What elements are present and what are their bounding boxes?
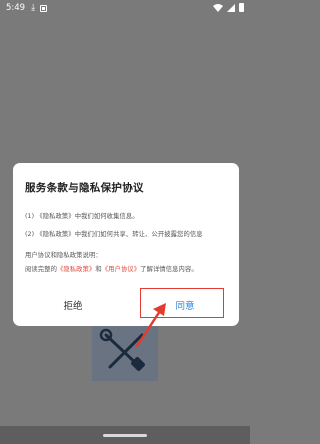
read-full-prefix: 阅读完整的 xyxy=(25,266,57,273)
app-notification-icon xyxy=(40,4,48,12)
agree-highlight-box xyxy=(140,288,224,318)
wifi-icon xyxy=(213,3,223,12)
battery-icon xyxy=(239,3,244,12)
dialog-line-collect: (1) 《隐私政策》中我们如何收集信息。 xyxy=(25,213,139,220)
download-icon: ⤓ xyxy=(31,2,36,13)
signal-icon xyxy=(227,3,235,12)
dialog-line-read-full: 阅读完整的《隐私政策》和《用户协议》了解详情信息内容。 xyxy=(25,264,198,273)
dialog-title: 服务条款与隐私保护协议 xyxy=(25,182,144,194)
home-gesture-pill[interactable] xyxy=(103,434,147,437)
reject-button[interactable]: 拒绝 xyxy=(33,291,113,319)
navigation-bar xyxy=(0,426,250,444)
app-logo xyxy=(92,323,158,381)
user-agreement-link[interactable]: 《用户协议》 xyxy=(102,266,140,273)
dialog-line-explain: 用户协议和隐私政策说明： xyxy=(25,252,102,259)
read-full-suffix: 了解详情信息内容。 xyxy=(140,266,198,273)
status-time: 5:49 xyxy=(6,3,26,13)
status-icons xyxy=(213,3,244,12)
privacy-policy-link[interactable]: 《隐私政策》 xyxy=(57,266,95,273)
dialog-line-share: (2) 《隐私政策》中我们们如何共享、转让、公开披露您的信息 xyxy=(25,231,203,238)
status-bar: 5:49 ⤓ xyxy=(0,0,250,16)
tools-icon xyxy=(99,328,145,371)
